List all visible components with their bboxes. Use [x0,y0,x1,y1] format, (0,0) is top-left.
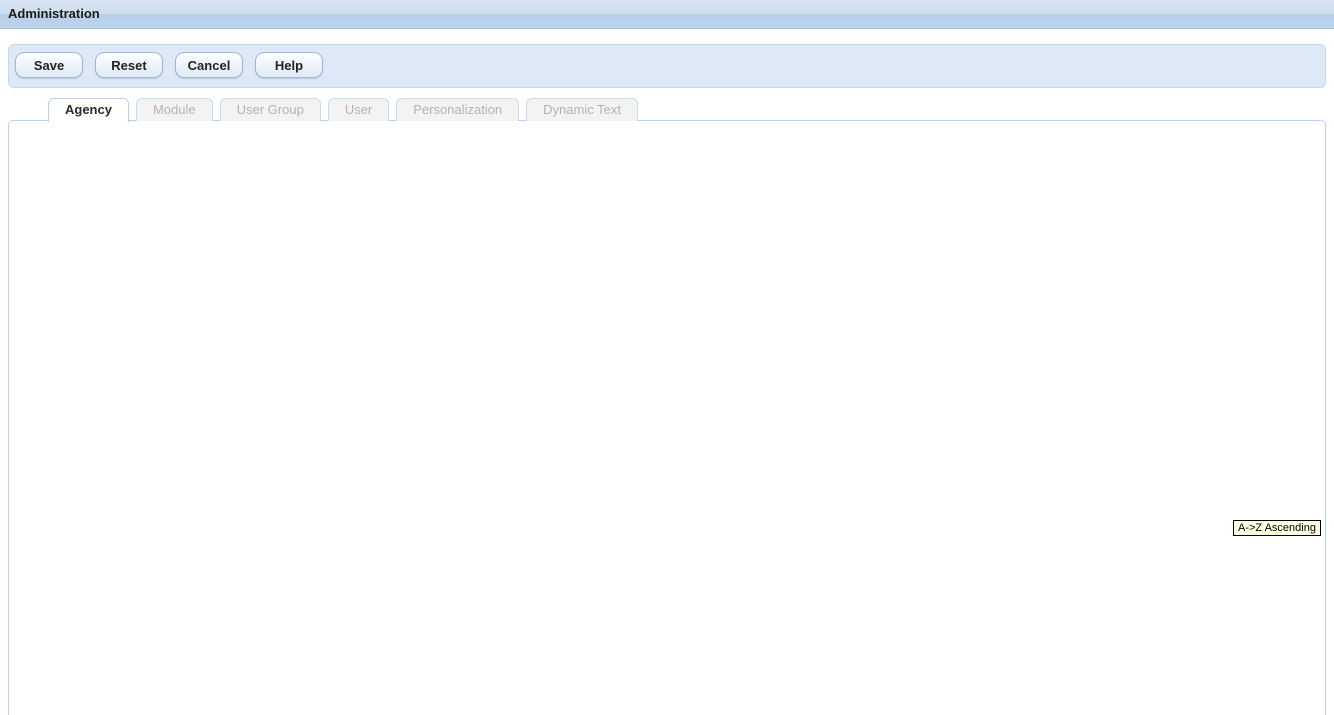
tab-user-group[interactable]: User Group [220,98,321,121]
page-title: Administration [8,6,100,21]
help-button[interactable]: Help [255,52,323,78]
cancel-button[interactable]: Cancel [175,52,243,78]
action-toolbar: Save Reset Cancel Help [8,44,1326,88]
window-titlebar: Administration [0,0,1334,29]
reset-button[interactable]: Reset [95,52,163,78]
az-ascending-tooltip: A->Z Ascending [1233,520,1321,536]
tab-user[interactable]: User [328,98,389,121]
tab-agency[interactable]: Agency [48,98,129,122]
tab-bar: Agency Module User Group User Personalizatio… [48,98,638,122]
toolbar-buttons: Save Reset Cancel Help [15,52,323,78]
administration-page: Administration Save Reset Cancel Help Agenc… [0,0,1334,715]
agency-tab-panel [8,120,1326,715]
tab-module[interactable]: Module [136,98,213,121]
tab-dynamic-text[interactable]: Dynamic Text [526,98,638,121]
save-button[interactable]: Save [15,52,83,78]
tab-personalization[interactable]: Personalization [396,98,519,121]
